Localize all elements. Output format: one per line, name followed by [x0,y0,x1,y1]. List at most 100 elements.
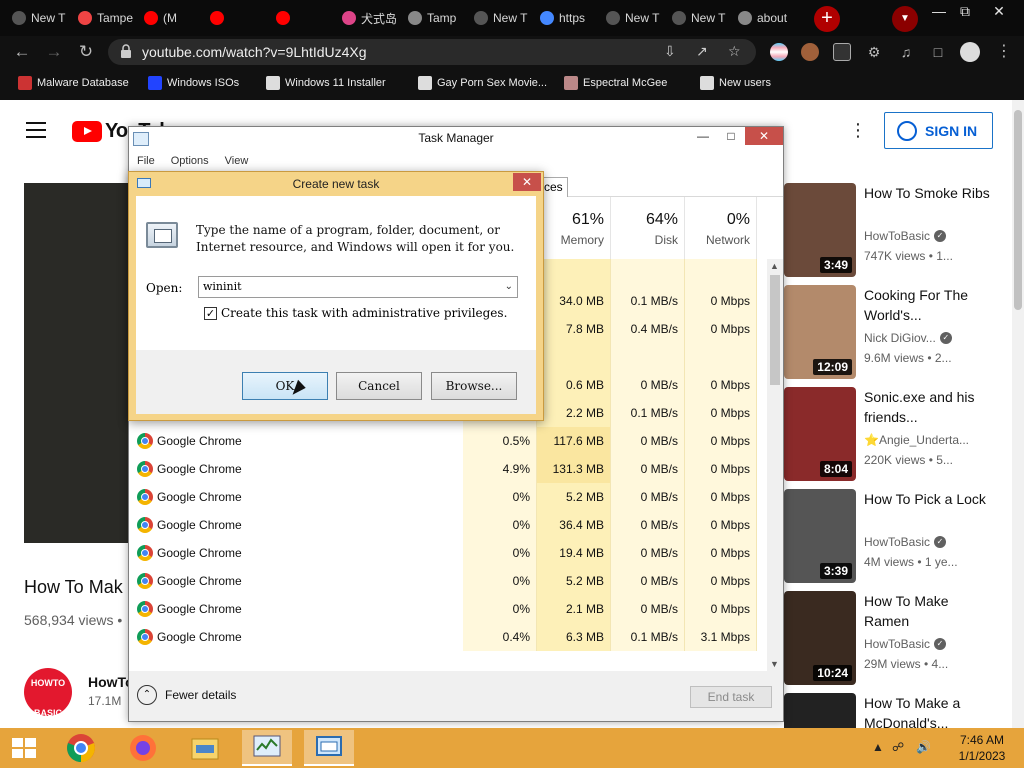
process-row[interactable]: Google Chrome 0% 19.4 MB 0 MB/s 0 Mbps [129,539,757,567]
browser-tab[interactable]: (M [138,4,202,32]
show-hidden-icons-icon[interactable]: ▲ [872,740,884,754]
column-memory[interactable]: 61% Memory [537,197,611,259]
browser-tab[interactable]: New T [6,4,70,32]
close-button[interactable]: ✕ [745,127,783,145]
task-manager-titlebar[interactable]: Task Manager — □ ✕ [129,127,783,151]
video-thumbnail[interactable]: 8:04 [784,387,856,481]
chrome-menu-icon[interactable]: ⋮ [992,40,1016,64]
recommended-title[interactable]: How To Make Ramen [864,591,994,631]
bookmark-item[interactable]: Gay Porn Sex Movie... [418,76,547,90]
recommended-channel[interactable]: HowToBasic ✓ [864,535,947,549]
recommended-title[interactable]: Sonic.exe and his friends... [864,387,994,427]
page-scrollbar-thumb[interactable] [1014,110,1022,310]
bookmark-item[interactable]: Espectral McGee [564,76,667,90]
bookmark-star-icon[interactable]: ☆ [728,43,741,60]
admin-privileges-option[interactable]: ✓ Create this task with administrative p… [204,306,507,320]
scroll-down-icon[interactable]: ▼ [770,659,779,669]
recommended-channel[interactable]: Nick DiGiov... ✓ [864,331,952,345]
browser-tab[interactable]: New T [468,4,532,32]
taskbar-run-dialog[interactable] [304,730,354,766]
network-icon[interactable]: ☍ [892,740,904,754]
channel-avatar[interactable]: HOWTO BASIC [24,668,72,718]
close-window-icon[interactable]: ✕ [982,2,1016,22]
column-disk[interactable]: 64% Disk [611,197,685,259]
minimize-button[interactable]: — [689,127,717,145]
taskbar-chrome[interactable] [56,730,106,766]
recommended-title[interactable]: How To Pick a Lock [864,489,994,509]
volume-icon[interactable]: 🔊 [916,740,931,754]
process-scrollbar-thumb[interactable] [770,275,780,385]
fewer-details-button[interactable]: ⌃ Fewer details [137,685,236,705]
share-icon[interactable]: ↗ [696,43,708,60]
video-player[interactable] [24,183,134,543]
process-row[interactable]: Google Chrome 0% 36.4 MB 0 MB/s 0 Mbps [129,511,757,539]
extensions-puzzle-icon[interactable]: ⚙ [862,40,886,64]
taskbar-file-explorer[interactable] [180,730,230,766]
recommended-title[interactable]: Cooking For The World's... [864,285,994,325]
browse-button[interactable]: Browse... [431,372,517,400]
taskbar-task-manager[interactable] [242,730,292,766]
admin-checkbox[interactable]: ✓ [204,306,217,320]
profile-avatar-icon[interactable] [960,42,980,62]
recommended-video[interactable]: 8:04 Sonic.exe and his friends... ⭐Angie_U… [784,387,1008,483]
chevron-down-icon[interactable]: ⌄ [505,277,513,297]
recommended-channel[interactable]: HowToBasic ✓ [864,637,947,651]
start-button[interactable] [12,738,38,760]
dialog-close-button[interactable]: ✕ [513,173,541,191]
sign-in-button[interactable]: SIGN IN [884,112,993,149]
channel-name[interactable]: HowTo [88,674,134,690]
taskbar-firefox[interactable] [118,730,168,766]
browser-tab[interactable]: New T [600,4,664,32]
page-scrollbar[interactable] [1012,100,1024,728]
menu-file[interactable]: File [137,151,155,171]
bookmark-item[interactable]: Malware Database [18,76,129,90]
hamburger-menu-icon[interactable] [26,122,46,138]
end-task-button[interactable]: End task [690,686,772,708]
bookmark-item[interactable]: Windows ISOs [148,76,239,90]
recommended-video[interactable]: 12:09 Cooking For The World's... Nick DiGi… [784,285,1008,381]
video-thumbnail[interactable]: 12:09 [784,285,856,379]
open-combobox[interactable]: wininit ⌄ [198,276,518,298]
browser-tab[interactable]: Tamp [402,4,466,32]
process-row[interactable]: Google Chrome 0.4% 6.3 MB 0.1 MB/s 3.1 Mbps [129,623,757,651]
browser-tab[interactable]: https [534,4,598,32]
ok-button[interactable]: OK [242,372,328,400]
reload-icon[interactable]: ↻ [74,40,98,64]
maximize-button[interactable]: □ [717,127,745,145]
recommended-video[interactable]: 3:39 How To Pick a Lock HowToBasic ✓ 4M view… [784,489,1008,585]
extension-glasses-icon[interactable] [833,43,851,61]
recommended-title[interactable]: How To Smoke Ribs [864,183,994,203]
open-input-value[interactable]: wininit [203,280,242,293]
browser-tab[interactable] [204,4,268,32]
install-icon[interactable]: ⇩ [664,43,676,60]
process-row[interactable]: Google Chrome 0% 5.2 MB 0 MB/s 0 Mbps [129,483,757,511]
address-bar[interactable]: youtube.com/watch?v=9LhtIdUz4Xg ⇩ ↗ ☆ [108,39,756,65]
browser-tab[interactable]: Tampe [72,4,136,32]
taskbar-clock[interactable]: 7:46 AM 1/1/2023 [952,732,1012,764]
recommended-video[interactable]: 10:24 How To Make Ramen HowToBasic ✓ 29M vie… [784,591,1008,687]
process-row[interactable]: Google Chrome 0.5% 117.6 MB 0 MB/s 0 Mbps [129,427,757,455]
restore-window-icon[interactable]: ⧉ [948,2,982,22]
video-thumbnail[interactable]: 3:49 [784,183,856,277]
bookmark-item[interactable]: New users [700,76,771,90]
extension-flag-icon[interactable] [770,43,788,61]
recommended-video[interactable]: How To Make a McDonald's... [784,693,1008,728]
menu-view[interactable]: View [225,151,249,171]
new-tab-icon[interactable]: + [814,6,840,32]
cancel-button[interactable]: Cancel [336,372,422,400]
process-row[interactable]: Google Chrome 0% 2.1 MB 0 MB/s 0 Mbps [129,595,757,623]
more-options-icon[interactable]: ⋮ [849,120,867,141]
recommended-video[interactable]: 3:49 How To Smoke Ribs HowToBasic ✓ 747K vie… [784,183,1008,279]
dialog-titlebar[interactable]: Create new task ✕ [129,172,543,194]
recommended-channel[interactable]: ⭐Angie_Underta... [864,433,969,447]
browser-tab[interactable] [270,4,334,32]
browser-tab[interactable]: New T [666,4,730,32]
process-scrollbar[interactable]: ▲ ▼ [767,259,783,671]
recommended-channel[interactable]: HowToBasic ✓ [864,229,947,243]
video-thumbnail[interactable]: 3:39 [784,489,856,583]
forward-arrow-icon[interactable]: → [42,40,66,64]
menu-options[interactable]: Options [171,151,209,171]
side-panel-icon[interactable]: □ [926,40,950,64]
column-network[interactable]: 0% Network [685,197,757,259]
extension-avatar-icon[interactable] [801,43,819,61]
